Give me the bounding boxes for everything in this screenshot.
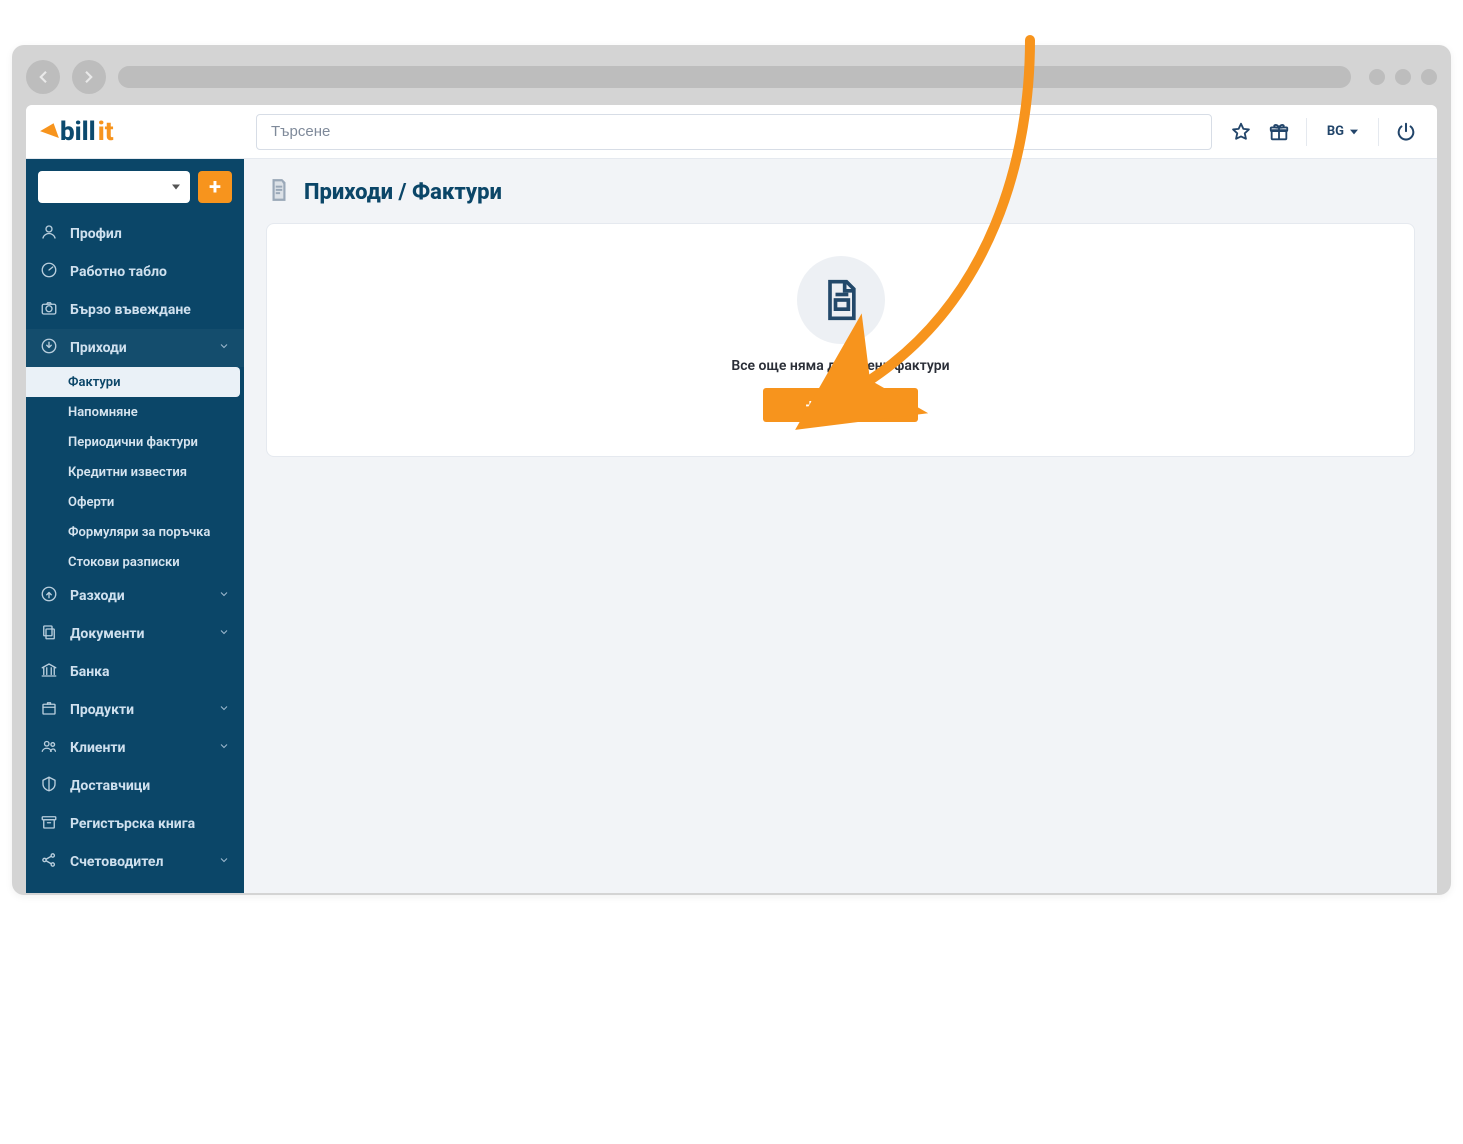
window-dot-icon bbox=[1421, 69, 1437, 85]
sidebar-item-share[interactable]: Счетоводител bbox=[26, 843, 244, 881]
sidebar-subitem-label: Кредитни известия bbox=[68, 465, 187, 480]
sidebar-item-copy[interactable]: Документи bbox=[26, 615, 244, 653]
sidebar-subitem-label: Стокови разписки bbox=[68, 555, 180, 570]
page-title: Приходи / Фактури bbox=[304, 180, 502, 205]
browser-chrome bbox=[26, 55, 1437, 99]
chevron-down-icon bbox=[218, 626, 230, 638]
sidebar-subitem[interactable]: Периодични фактури bbox=[26, 427, 244, 457]
sidebar-item-label: Бързо въвеждане bbox=[70, 302, 191, 318]
sidebar-item-gauge[interactable]: Работно табло bbox=[26, 253, 244, 291]
chevron-down-icon bbox=[218, 340, 230, 352]
sidebar-item-label: Приходи bbox=[70, 340, 127, 356]
sidebar-subitem-label: Напомняне bbox=[68, 405, 138, 420]
search-input[interactable] bbox=[269, 122, 1199, 141]
sidebar-item-upload[interactable]: Разходи bbox=[26, 577, 244, 615]
referral-button[interactable] bbox=[1262, 115, 1296, 149]
power-logout-button[interactable] bbox=[1389, 115, 1423, 149]
sidebar-subitem[interactable]: Напомняне bbox=[26, 397, 244, 427]
people-icon bbox=[40, 737, 58, 759]
sidebar-item-bank[interactable]: Банка bbox=[26, 653, 244, 691]
company-selector[interactable] bbox=[38, 171, 190, 203]
chevron-down-icon bbox=[218, 854, 230, 866]
sidebar-item-archive[interactable]: Регистърска книга bbox=[26, 805, 244, 843]
sidebar-subitem[interactable]: Формуляри за поръчка bbox=[26, 517, 244, 547]
box-icon bbox=[40, 699, 58, 721]
global-search[interactable] bbox=[256, 114, 1212, 150]
favorites-button[interactable] bbox=[1224, 115, 1258, 149]
add-button-label: Добави bbox=[823, 397, 875, 413]
gift-icon bbox=[1268, 121, 1290, 143]
language-switcher[interactable]: BG bbox=[1317, 124, 1368, 139]
plus-icon: + bbox=[209, 175, 221, 200]
chevron-down-icon bbox=[1350, 129, 1358, 135]
sidebar-subitem[interactable]: Стокови разписки bbox=[26, 547, 244, 577]
browser-forward-button[interactable] bbox=[72, 60, 106, 94]
sidebar-subitem-label: Фактури bbox=[68, 375, 121, 390]
quick-add-button[interactable]: + bbox=[198, 171, 232, 203]
bank-icon bbox=[40, 661, 58, 683]
plus-icon: + bbox=[805, 397, 815, 414]
sidebar-subitem-label: Оферти bbox=[68, 495, 114, 510]
chevron-down-icon bbox=[218, 740, 230, 752]
sidebar-item-people[interactable]: Клиенти bbox=[26, 729, 244, 767]
empty-state-text: Все още няма добавени фактури bbox=[731, 358, 949, 374]
sidebar-item-label: Документи bbox=[70, 626, 144, 642]
language-label: BG bbox=[1327, 124, 1344, 139]
document-icon bbox=[819, 278, 863, 322]
sidebar-subitem-label: Периодични фактури bbox=[68, 435, 198, 450]
sidebar-item-label: Счетоводител bbox=[70, 854, 163, 870]
sidebar-item-download[interactable]: Приходи bbox=[26, 329, 244, 367]
share-icon bbox=[40, 851, 58, 873]
sidebar-item-label: Клиенти bbox=[70, 740, 125, 756]
window-dot-icon bbox=[1395, 69, 1411, 85]
sidebar-subitem[interactable]: Оферти bbox=[26, 487, 244, 517]
chevron-down-icon bbox=[218, 588, 230, 600]
sidebar-item-label: Профил bbox=[70, 226, 122, 242]
sidebar-item-truck[interactable]: Доставчици bbox=[26, 767, 244, 805]
camera-icon bbox=[40, 299, 58, 321]
browser-back-button[interactable] bbox=[26, 60, 60, 94]
sidebar-item-label: Работно табло bbox=[70, 264, 167, 280]
sidebar-item-camera[interactable]: Бързо въвеждане bbox=[26, 291, 244, 329]
sidebar-item-label: Продукти bbox=[70, 702, 134, 718]
sidebar-item-label: Банка bbox=[70, 664, 110, 680]
archive-icon bbox=[40, 813, 58, 835]
upload-icon bbox=[40, 585, 58, 607]
sidebar-item-label: Разходи bbox=[70, 588, 125, 604]
sidebar-item-box[interactable]: Продукти bbox=[26, 691, 244, 729]
browser-window-controls bbox=[1363, 69, 1437, 85]
empty-state-illustration bbox=[797, 256, 885, 344]
sidebar-subitem[interactable]: Кредитни известия bbox=[26, 457, 244, 487]
star-icon bbox=[1230, 121, 1252, 143]
power-icon bbox=[1395, 121, 1417, 143]
user-icon bbox=[40, 223, 58, 245]
add-invoice-button[interactable]: + Добави bbox=[763, 388, 917, 422]
window-dot-icon bbox=[1369, 69, 1385, 85]
content-card: Все още няма добавени фактури + Добави bbox=[266, 223, 1415, 457]
download-icon bbox=[40, 337, 58, 359]
chevron-down-icon bbox=[218, 702, 230, 714]
invoice-file-icon bbox=[266, 177, 292, 207]
sidebar-subitem-label: Формуляри за поръчка bbox=[68, 525, 210, 540]
sidebar-item-user[interactable]: Профил bbox=[26, 215, 244, 253]
gauge-icon bbox=[40, 261, 58, 283]
browser-address-bar[interactable] bbox=[118, 66, 1351, 88]
sidebar: + Профил Работно табло Бързо въвеждане Прих… bbox=[26, 159, 244, 893]
sidebar-item-label: Доставчици bbox=[70, 778, 150, 794]
copy-icon bbox=[40, 623, 58, 645]
sidebar-item-label: Регистърска книга bbox=[70, 816, 195, 832]
truck-icon bbox=[40, 775, 58, 797]
app-logo[interactable]: billit bbox=[26, 105, 244, 159]
sidebar-subitem[interactable]: Фактури bbox=[26, 367, 240, 397]
